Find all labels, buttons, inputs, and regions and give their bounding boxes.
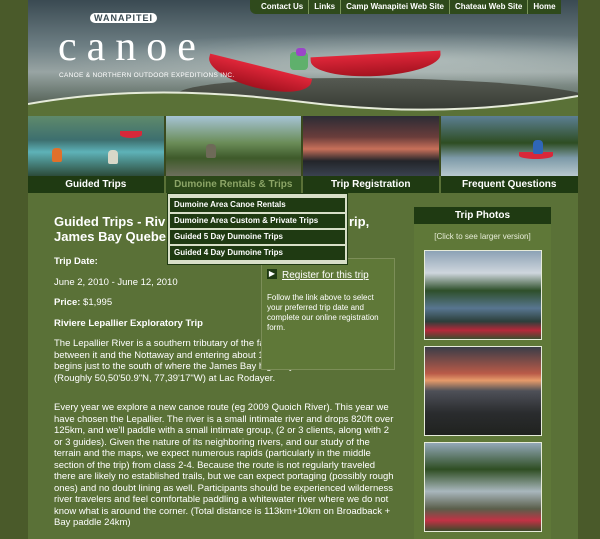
dumoine-dropdown-menu: Dumoine Area Canoe Rentals Dumoine Area … [167, 193, 348, 265]
topnav-chateau[interactable]: Chateau Web Site [448, 0, 527, 14]
page: WANAPITEI canoe CANOE & NORTHERN OUTDOOR… [28, 0, 578, 539]
arrow-right-icon: ▶ [267, 269, 277, 279]
sidebar-title: Trip Photos [414, 207, 551, 224]
photo-person [532, 140, 543, 154]
topnav-contact-us[interactable]: Contact Us [256, 0, 308, 14]
description-para-2: Every year we explore a new canoe route … [54, 402, 394, 528]
price-value: $1,995 [83, 297, 113, 308]
tab-trip-registration[interactable]: Trip Registration [303, 176, 441, 193]
nav-photo-guided-trips[interactable] [28, 116, 166, 176]
sidebar-note: [Click to see larger version] [434, 232, 531, 241]
photo-person [52, 148, 62, 162]
brand-logo[interactable]: canoe [58, 22, 206, 72]
trip-photo-thumbnail[interactable] [423, 442, 542, 532]
menu-item-custom-private-trips[interactable]: Dumoine Area Custom & Private Trips [170, 214, 345, 228]
topnav-links[interactable]: Links [308, 0, 340, 14]
menu-item-4-day-trips[interactable]: Guided 4 Day Dumoine Trips [170, 246, 345, 260]
trip-photo-thumbnail[interactable] [423, 346, 542, 436]
nav-photo-dumoine[interactable] [165, 116, 303, 176]
trip-photo-thumbnail[interactable] [423, 250, 542, 340]
title-line2: James Bay Quebe [54, 229, 167, 244]
top-navigation: Contact Us Links Camp Wanapitei Web Site… [250, 0, 561, 14]
nav-photo-registration[interactable] [303, 116, 441, 176]
price-label: Price: [54, 297, 81, 308]
register-box: ▶ Register for this trip Follow the link… [261, 258, 395, 370]
photo-person [205, 144, 216, 158]
register-text: Follow the link above to select your pre… [267, 293, 379, 332]
trip-photos-sidebar: Trip Photos [Click to see larger version… [414, 207, 551, 539]
register-link[interactable]: Register for this trip [282, 271, 369, 281]
header-pack [296, 48, 306, 56]
menu-item-canoe-rentals[interactable]: Dumoine Area Canoe Rentals [170, 198, 345, 212]
nav-photo-strip [28, 116, 578, 176]
tab-guided-trips[interactable]: Guided Trips [28, 176, 166, 193]
main-tabs: Guided Trips Dumoine Rentals & Trips Tri… [28, 176, 578, 193]
brand-subtitle: CANOE & NORTHERN OUTDOOR EXPEDITIONS INC… [59, 72, 235, 79]
menu-item-5-day-trips[interactable]: Guided 5 Day Dumoine Trips [170, 230, 345, 244]
header-wave [28, 91, 578, 116]
topnav-camp-wanapitei[interactable]: Camp Wanapitei Web Site [340, 0, 449, 14]
title-line1-left: Guided Trips - Riv [54, 214, 166, 229]
title-line1-right: rip, [349, 214, 370, 229]
topnav-home[interactable]: Home [527, 0, 560, 14]
photo-canoe [120, 131, 142, 138]
tab-dumoine-rentals[interactable]: Dumoine Rentals & Trips [165, 176, 303, 193]
site-header: WANAPITEI canoe CANOE & NORTHERN OUTDOOR… [28, 0, 578, 116]
tab-frequent-questions[interactable]: Frequent Questions [441, 176, 579, 193]
nav-photo-faq[interactable] [440, 116, 578, 176]
photo-person [108, 150, 118, 164]
